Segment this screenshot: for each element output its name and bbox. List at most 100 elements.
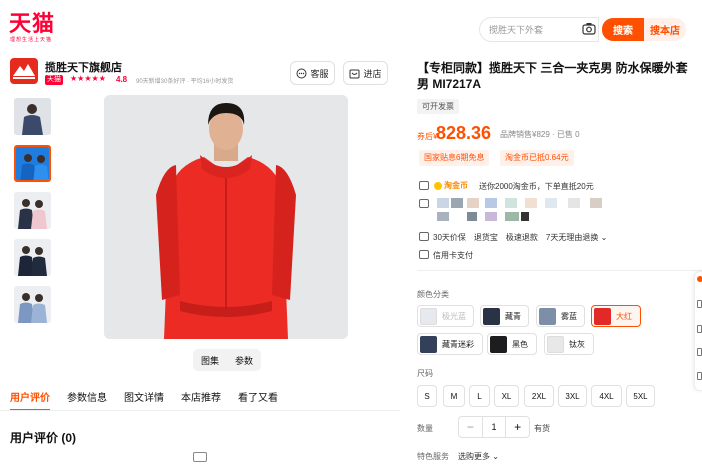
- gift-icon: [419, 181, 429, 190]
- coin-label: 淘金币: [444, 181, 468, 190]
- size-option[interactable]: 2XL: [524, 385, 554, 407]
- enter-shop-button[interactable]: 进店: [343, 61, 388, 85]
- customer-service-button[interactable]: 客服: [290, 61, 335, 85]
- search-shop-button[interactable]: 搜本店: [644, 18, 686, 41]
- color-option-label: 钛灰: [569, 339, 585, 349]
- price: 828.36: [436, 123, 492, 143]
- original-price: 品牌销售¥829 · 已售 0: [500, 130, 580, 139]
- segment-gallery[interactable]: 图集: [201, 354, 219, 367]
- search-button[interactable]: 搜索: [602, 18, 644, 41]
- shield-icon: [419, 232, 429, 241]
- tab-params[interactable]: 参数信息: [67, 389, 107, 411]
- blurred-content: [437, 198, 449, 208]
- invoice-tag: 可开发票: [417, 99, 459, 114]
- color-option-label: 极光蓝: [442, 311, 466, 321]
- comment-icon: [193, 452, 207, 462]
- quantity-stepper[interactable]: − 1 +: [458, 416, 530, 438]
- tmall-logo[interactable]: 天猫: [9, 12, 55, 36]
- credit-card-payment: 信用卡支付: [433, 251, 473, 260]
- tab-reviews[interactable]: 用户评价: [10, 389, 50, 411]
- color-swatch: [594, 307, 611, 325]
- cart-icon[interactable]: [697, 325, 702, 333]
- color-option[interactable]: 藏青迷彩: [417, 333, 483, 355]
- thumbnail-4[interactable]: [14, 239, 51, 276]
- service-list[interactable]: 30天价保 退货宝 极速退款 7天无理由退换 ⌄: [433, 232, 607, 243]
- main-product-image[interactable]: [104, 95, 348, 339]
- blurred-content: [545, 198, 557, 208]
- rating-stars: ★★★★★: [70, 74, 106, 83]
- search-input[interactable]: 搅胜天下外套: [479, 17, 599, 42]
- size-option[interactable]: 5XL: [626, 385, 655, 407]
- service-fast-refund: 极速退款: [505, 233, 538, 242]
- thumbnail-3[interactable]: [14, 192, 51, 229]
- service-7day-return[interactable]: 7天无理由退换 ⌄: [546, 232, 607, 243]
- color-option-label: 雾蓝: [561, 311, 577, 321]
- brand-dot-icon: [697, 276, 702, 282]
- color-option[interactable]: 黑色: [487, 333, 537, 355]
- blurred-content: [437, 212, 449, 221]
- color-swatch: [483, 307, 500, 325]
- service-return-insurance: 退货宝: [473, 233, 498, 242]
- service-price-protect: 30天价保: [433, 233, 466, 242]
- color-option[interactable]: 大红: [591, 305, 641, 327]
- color-swatch: [490, 335, 507, 353]
- blurred-content: [590, 198, 602, 208]
- size-option[interactable]: M: [443, 385, 465, 407]
- shop-logo[interactable]: [10, 58, 38, 84]
- color-swatch: [420, 307, 437, 325]
- blurred-content: [485, 212, 497, 221]
- detail-tabs: 用户评价 参数信息 图文详情 本店推荐 看了又看: [10, 389, 278, 411]
- coin-icon: [434, 181, 442, 190]
- credit-card-icon: [419, 250, 429, 259]
- camera-icon[interactable]: [582, 22, 596, 35]
- feedback-icon[interactable]: [697, 372, 702, 380]
- blurred-content: [485, 198, 497, 208]
- thumbnail-2[interactable]: [14, 145, 51, 182]
- qty-minus-button[interactable]: −: [459, 420, 482, 434]
- coin-description: 送你2000淘金币，下单直抵20元: [479, 182, 594, 191]
- coupon-coin[interactable]: 淘金币已抵0.64元: [500, 150, 574, 166]
- color-swatch: [539, 307, 556, 325]
- tab-also-viewed[interactable]: 看了又看: [238, 389, 278, 411]
- enter-label: 进店: [363, 68, 382, 79]
- stock-status: 有货: [534, 424, 550, 433]
- qty-value[interactable]: 1: [481, 417, 507, 437]
- size-option[interactable]: L: [469, 385, 490, 407]
- size-option[interactable]: S: [417, 385, 437, 407]
- store-icon: [349, 69, 360, 78]
- blurred-content: [505, 212, 519, 221]
- color-option-label: 黑色: [512, 339, 528, 349]
- reviews-title: 用户评价 (0): [10, 431, 77, 445]
- size-option[interactable]: 4XL: [591, 385, 622, 407]
- blurred-content: [467, 198, 479, 208]
- special-service-label: 特色服务: [417, 452, 449, 461]
- shop-name[interactable]: 揽胜天下旗舰店: [45, 59, 122, 75]
- thumbnail-5[interactable]: [14, 286, 51, 323]
- thumbnail-1[interactable]: [14, 98, 51, 135]
- qty-plus-button[interactable]: +: [506, 420, 529, 434]
- phone-icon[interactable]: [697, 300, 702, 308]
- blurred-content: [521, 212, 529, 221]
- special-service-select[interactable]: 选购更多 ⌄: [458, 451, 499, 462]
- blurred-content: [568, 198, 580, 208]
- color-option: 极光蓝: [417, 305, 474, 327]
- coupon-installment[interactable]: 国家贴息6期免息: [419, 150, 490, 166]
- shop-rating: 4.8: [116, 75, 128, 84]
- color-option-label: 藏青: [505, 311, 521, 321]
- tab-recommend[interactable]: 本店推荐: [181, 389, 221, 411]
- color-label: 颜色分类: [417, 290, 449, 299]
- color-option-label: 藏青迷彩: [442, 339, 474, 349]
- color-option[interactable]: 藏青: [480, 305, 529, 327]
- product-title: 【专柜同款】揽胜天下 三合一夹克男 防水保暖外套男 MI7217A: [417, 61, 688, 91]
- size-option[interactable]: 3XL: [558, 385, 587, 407]
- gallery-segment[interactable]: 图集 参数: [193, 349, 261, 371]
- segment-params[interactable]: 参数: [235, 354, 253, 367]
- chat-icon[interactable]: [697, 348, 702, 356]
- color-option[interactable]: 钛灰: [544, 333, 594, 355]
- section-divider: [417, 270, 702, 271]
- blurred-content: [467, 212, 477, 221]
- color-option[interactable]: 雾蓝: [536, 305, 585, 327]
- tab-details[interactable]: 图文详情: [124, 389, 164, 411]
- tmall-slogan: 理想生活上天猫: [10, 37, 53, 43]
- size-option[interactable]: XL: [494, 385, 519, 407]
